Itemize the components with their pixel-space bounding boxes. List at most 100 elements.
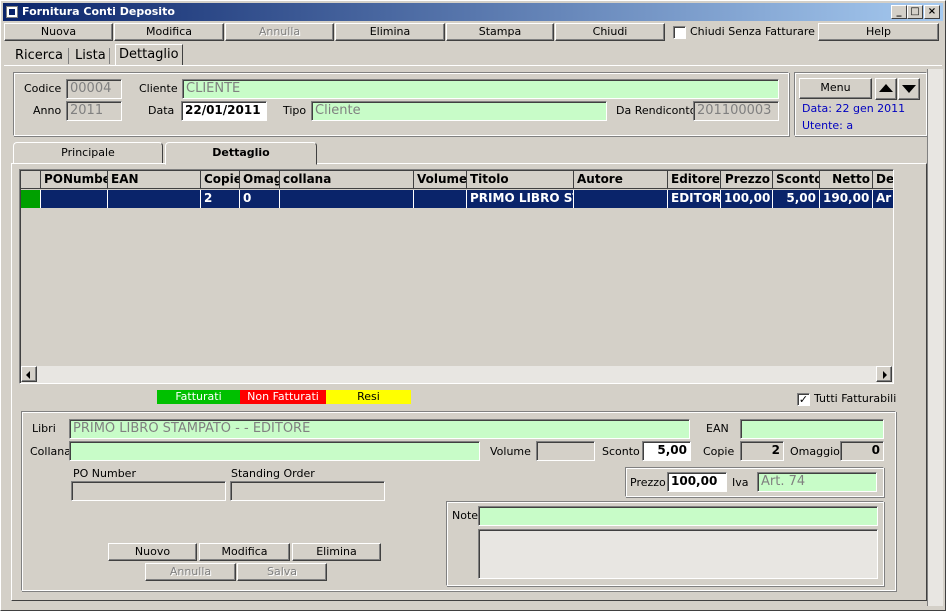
ean-field[interactable] (740, 419, 884, 439)
chiudi-senza-fatturare-label: Chiudi Senza Fatturare (690, 25, 815, 38)
column-header[interactable]: EAN (108, 171, 201, 189)
tipo-label: Tipo (283, 104, 307, 117)
legend-fatturati: Fatturati (157, 390, 240, 404)
tab-dettaglio[interactable]: Dettaglio (115, 44, 183, 66)
iva-label: Iva (732, 476, 749, 489)
column-header[interactable]: Netto (820, 171, 873, 189)
table-cell[interactable]: 190,00 (820, 190, 873, 208)
table-cell[interactable] (108, 190, 201, 208)
standing-order-field[interactable] (230, 481, 385, 501)
salva-button[interactable]: Salva (237, 563, 327, 581)
collana-label: Collana (30, 445, 71, 458)
horizontal-scrollbar[interactable] (21, 366, 893, 383)
tutti-fatturabili-label: Tutti Fatturabili (814, 392, 897, 405)
annulla-button[interactable]: Annulla (225, 23, 334, 41)
po-number-field[interactable] (71, 481, 226, 501)
arrow-down-icon (902, 85, 916, 93)
chiudi-senza-fatturare-checkbox[interactable] (673, 26, 686, 39)
cliente-field[interactable]: CLIENTE (182, 79, 779, 99)
table-cell[interactable]: PRIMO LIBRO ST (467, 190, 574, 208)
maximize-button[interactable]: □ (907, 5, 923, 19)
table-cell[interactable]: 0 (240, 190, 280, 208)
table-cell[interactable]: 100,00 (721, 190, 773, 208)
sconto-label: Sconto (602, 445, 640, 458)
volume-label: Volume (490, 445, 531, 458)
row-indicator[interactable] (21, 190, 41, 208)
table-cell[interactable] (280, 190, 414, 208)
copie-label: Copie (703, 445, 735, 458)
column-header[interactable]: Omaggi (240, 171, 280, 189)
standing-order-label: Standing Order (231, 467, 315, 480)
move-down-button[interactable] (898, 78, 920, 100)
app-icon (6, 6, 18, 18)
table-cell[interactable]: 2 (201, 190, 240, 208)
column-header[interactable]: Editore (668, 171, 721, 189)
sconto-field[interactable]: 5,00 (642, 441, 691, 461)
anno-label: Anno (33, 104, 62, 117)
po-number-label: PO Number (73, 467, 136, 480)
column-header[interactable]: Prezzo (721, 171, 773, 189)
scroll-left-button[interactable] (21, 366, 37, 382)
utente-info: Utente: a (802, 119, 854, 132)
note-title-field[interactable] (478, 506, 878, 526)
column-header[interactable]: PONumber (41, 171, 108, 189)
close-button[interactable]: × (924, 5, 940, 19)
codice-label: Codice (24, 82, 62, 95)
vertical-scrollbar[interactable] (927, 69, 943, 606)
column-header[interactable]: Volume (414, 171, 467, 189)
libri-label: Libri (32, 422, 56, 435)
move-up-button[interactable] (875, 78, 897, 100)
da-rendiconto-label: Da Rendiconto (616, 104, 697, 117)
column-header[interactable]: Titolo (467, 171, 574, 189)
libri-field[interactable]: PRIMO LIBRO STAMPATO - - EDITORE (69, 419, 690, 439)
detail-annulla-button[interactable]: Annulla (145, 563, 236, 581)
menu-button[interactable]: Menu (799, 78, 872, 99)
data-field[interactable]: 22/01/2011 (181, 101, 267, 121)
help-button[interactable]: Help (818, 23, 939, 41)
volume-field[interactable] (536, 441, 595, 461)
column-header[interactable]: collana (280, 171, 414, 189)
anno-field[interactable]: 2011 (66, 101, 122, 121)
chiudi-button[interactable]: Chiudi (555, 23, 665, 41)
detail-modifica-button[interactable]: Modifica (199, 543, 290, 561)
tab-dettaglio-sub[interactable]: Dettaglio (165, 142, 317, 165)
omaggio-label: Omaggio (790, 445, 840, 458)
column-header[interactable]: Copie (201, 171, 240, 189)
prezzo-field[interactable]: 100,00 (667, 472, 727, 492)
ean-label: EAN (706, 422, 729, 435)
tab-principale[interactable]: Principale (13, 142, 163, 164)
nuovo-button[interactable]: Nuovo (108, 543, 197, 561)
arrow-up-icon (879, 84, 893, 92)
tutti-fatturabili-checkbox[interactable]: ✓ (797, 393, 810, 406)
column-header[interactable]: De (873, 171, 893, 189)
scroll-right-button[interactable] (876, 366, 892, 382)
table-cell[interactable]: EDITOR (668, 190, 721, 208)
title-bar: Fornitura Conti Deposito _ □ × (3, 3, 943, 21)
modifica-button[interactable]: Modifica (114, 23, 224, 41)
detail-elimina-button[interactable]: Elimina (292, 543, 381, 561)
tipo-field[interactable]: Cliente (311, 101, 607, 121)
iva-field[interactable]: Art. 74 (757, 472, 877, 492)
minimize-button[interactable]: _ (891, 5, 907, 19)
table-cell[interactable] (574, 190, 668, 208)
table-cell[interactable] (41, 190, 108, 208)
copie-field[interactable]: 2 (740, 441, 784, 461)
table-cell[interactable]: 5,00 (773, 190, 820, 208)
note-text-area[interactable] (478, 529, 878, 579)
main-window: Fornitura Conti Deposito _ □ × Nuova Mod… (0, 0, 946, 611)
table-cell[interactable] (414, 190, 467, 208)
nuova-button[interactable]: Nuova (4, 23, 113, 41)
legend-resi: Resi (326, 390, 411, 404)
stampa-button[interactable]: Stampa (446, 23, 554, 41)
arrow-right-icon (883, 371, 887, 379)
collana-field[interactable] (69, 441, 480, 461)
table-cell[interactable]: Ar (873, 190, 893, 208)
righe-grid[interactable]: PONumber EAN Copie Omaggi collana Volume… (19, 169, 894, 384)
column-header[interactable]: Sconto (773, 171, 820, 189)
codice-field[interactable]: 00004 (66, 79, 122, 99)
omaggio-field[interactable]: 0 (840, 441, 884, 461)
cliente-label: Cliente (139, 82, 178, 95)
elimina-button[interactable]: Elimina (335, 23, 445, 41)
da-rendiconto-field[interactable]: 201100003 (693, 101, 779, 121)
column-header[interactable]: Autore (574, 171, 668, 189)
